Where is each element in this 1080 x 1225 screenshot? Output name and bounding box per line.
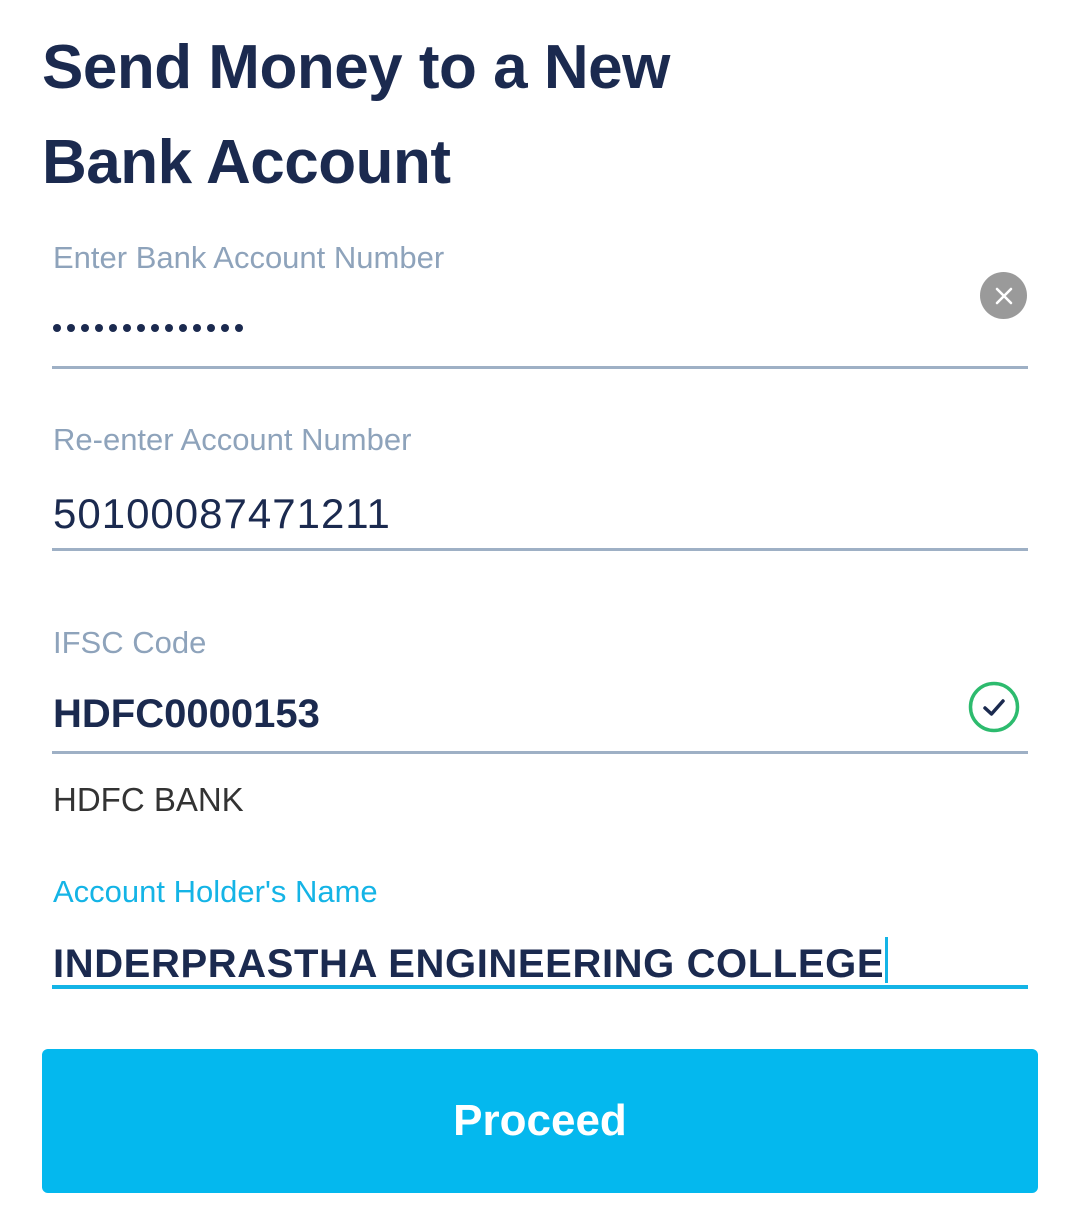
mask-dot (123, 324, 131, 332)
holder-name-input[interactable]: INDERPRASTHA ENGINEERING COLLEGE (53, 937, 889, 987)
mask-dot (235, 324, 243, 332)
mask-dot (207, 324, 215, 332)
account-number-underline (52, 366, 1028, 369)
mask-dot (95, 324, 103, 332)
mask-dot (165, 324, 173, 332)
ifsc-underline (52, 751, 1028, 754)
text-cursor (885, 937, 889, 983)
mask-dot (221, 324, 229, 332)
holder-name-value: INDERPRASTHA ENGINEERING COLLEGE (53, 942, 885, 986)
mask-dot (151, 324, 159, 332)
check-circle-icon (968, 681, 1020, 733)
proceed-button[interactable]: Proceed (42, 1049, 1038, 1193)
page-title-line-2: Bank Account (42, 128, 451, 197)
page-title: Send Money to a New Bank Account (42, 20, 1042, 210)
close-icon (995, 287, 1012, 304)
mask-dot (109, 324, 117, 332)
account-number-label: Enter Bank Account Number (53, 240, 445, 275)
mask-dot (67, 324, 75, 332)
holder-name-label: Account Holder's Name (53, 874, 378, 909)
ifsc-label: IFSC Code (53, 625, 207, 660)
reenter-account-input[interactable]: 50100087471211 (53, 490, 391, 538)
page-title-line-1: Send Money to a New (42, 33, 670, 102)
clear-account-number-button[interactable] (980, 272, 1027, 319)
mask-dot (179, 324, 187, 332)
holder-name-underline (52, 985, 1028, 989)
bank-name-text: HDFC BANK (53, 781, 244, 818)
mask-dot (193, 324, 201, 332)
account-number-input[interactable] (53, 324, 243, 332)
reenter-account-underline (52, 548, 1028, 551)
mask-dot (137, 324, 145, 332)
ifsc-input[interactable]: HDFC0000153 (53, 692, 320, 737)
mask-dot (81, 324, 89, 332)
mask-dot (53, 324, 61, 332)
reenter-account-label: Re-enter Account Number (53, 422, 412, 457)
